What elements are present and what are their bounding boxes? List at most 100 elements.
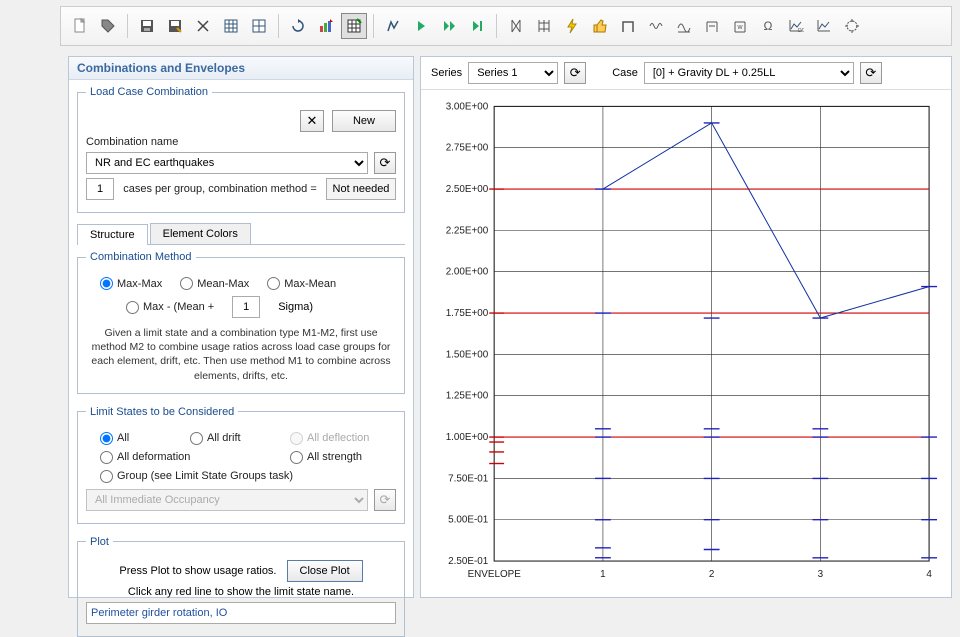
limit-state-name-input[interactable] bbox=[86, 602, 396, 624]
chart-svg[interactable]: 2.50E-01 5.00E-01 7.50E-01 1.00E+00 1.25E+00… bbox=[425, 94, 939, 593]
svg-text:2: 2 bbox=[709, 569, 715, 580]
svg-text:Ω: Ω bbox=[764, 19, 773, 33]
sigma-suffix: Sigma) bbox=[278, 301, 313, 313]
load-case-fieldset: Load Case Combination ✕ New Combination … bbox=[77, 86, 405, 213]
svg-text:DC: DC bbox=[798, 28, 804, 34]
new-button[interactable]: New bbox=[332, 110, 396, 132]
tb-wave-icon[interactable] bbox=[643, 13, 669, 39]
series-label: Series bbox=[431, 67, 462, 79]
combo-method-fieldset: Combination Method Max-Max Mean-Max Max-… bbox=[77, 251, 405, 394]
tb-cut-icon[interactable] bbox=[190, 13, 216, 39]
svg-text:5.00E-01: 5.00E-01 bbox=[448, 515, 489, 526]
combo-name-label: Combination name bbox=[86, 136, 178, 148]
combo-method-legend: Combination Method bbox=[86, 251, 196, 263]
tb-gridgo-icon[interactable] bbox=[341, 13, 367, 39]
tb-table-icon[interactable] bbox=[218, 13, 244, 39]
svg-text:ENVELOPE: ENVELOPE bbox=[468, 569, 522, 580]
tb-omega-icon[interactable]: Ω bbox=[755, 13, 781, 39]
plot-legend: Plot bbox=[86, 536, 113, 548]
svg-text:1.50E+00: 1.50E+00 bbox=[446, 349, 489, 360]
svg-text:2.50E-01: 2.50E-01 bbox=[448, 556, 489, 567]
tb-refresh-icon[interactable] bbox=[285, 13, 311, 39]
tb-bolt-icon[interactable] bbox=[559, 13, 585, 39]
combo-name-select[interactable]: NR and EC earthquakes bbox=[86, 152, 368, 174]
method-readonly bbox=[326, 178, 396, 200]
panel-title: Combinations and Envelopes bbox=[69, 57, 413, 80]
tb-wave2-icon[interactable] bbox=[671, 13, 697, 39]
tab-structure[interactable]: Structure bbox=[77, 224, 148, 245]
separator bbox=[127, 14, 128, 38]
tb-new-doc-icon[interactable] bbox=[67, 13, 93, 39]
svg-text:2.50E+00: 2.50E+00 bbox=[446, 184, 489, 195]
tb-tag-icon[interactable] bbox=[95, 13, 121, 39]
load-case-legend: Load Case Combination bbox=[86, 86, 212, 98]
combo-refresh-button[interactable]: ⟳ bbox=[374, 152, 396, 174]
tb-chartdc-icon[interactable]: DC bbox=[783, 13, 809, 39]
radio-maxmax[interactable]: Max-Max bbox=[100, 277, 162, 290]
separator bbox=[496, 14, 497, 38]
tb-playnext-icon[interactable] bbox=[436, 13, 462, 39]
plot-fieldset: Plot Press Plot to show usage ratios. Cl… bbox=[77, 536, 405, 637]
cases-count-input[interactable] bbox=[86, 178, 114, 200]
svg-text:4: 4 bbox=[926, 569, 932, 580]
svg-text:1.00E+00: 1.00E+00 bbox=[446, 432, 489, 443]
tb-target-icon[interactable] bbox=[839, 13, 865, 39]
tb-step-icon[interactable] bbox=[464, 13, 490, 39]
radio-maxmean[interactable]: Max-Mean bbox=[267, 277, 336, 290]
case-select[interactable]: [0] + Gravity DL + 0.25LL bbox=[644, 62, 854, 84]
tb-bargo-icon[interactable] bbox=[313, 13, 339, 39]
left-panel: Combinations and Envelopes Load Case Com… bbox=[68, 56, 414, 598]
tb-table2-icon[interactable] bbox=[246, 13, 272, 39]
case-refresh-button[interactable]: ⟳ bbox=[860, 62, 882, 84]
plot-click-text: Click any red line to show the limit sta… bbox=[128, 586, 354, 598]
plot-press-text: Press Plot to show usage ratios. bbox=[119, 565, 276, 577]
svg-text:w: w bbox=[736, 24, 743, 31]
svg-text:2.00E+00: 2.00E+00 bbox=[446, 267, 489, 278]
radio-drift[interactable]: All drift bbox=[190, 432, 290, 445]
svg-text:1: 1 bbox=[600, 569, 606, 580]
svg-text:2.75E+00: 2.75E+00 bbox=[446, 143, 489, 154]
group-select: All Immediate Occupancy bbox=[86, 489, 368, 511]
tb-thumbs-icon[interactable] bbox=[587, 13, 613, 39]
svg-text:1.75E+00: 1.75E+00 bbox=[446, 308, 489, 319]
tb-frame-icon[interactable] bbox=[615, 13, 641, 39]
tab-element-colors[interactable]: Element Colors bbox=[150, 223, 251, 244]
close-plot-button[interactable]: Close Plot bbox=[287, 560, 363, 582]
case-label: Case bbox=[612, 67, 638, 79]
clear-button[interactable]: ✕ bbox=[300, 110, 324, 132]
separator bbox=[278, 14, 279, 38]
radio-meanmax[interactable]: Mean-Max bbox=[180, 277, 249, 290]
limit-states-legend: Limit States to be Considered bbox=[86, 406, 238, 418]
radio-all[interactable]: All bbox=[100, 432, 190, 445]
series-select[interactable]: Series 1 bbox=[468, 62, 558, 84]
tabs: Structure Element Colors bbox=[77, 223, 405, 245]
radio-maxsigma[interactable]: Max - (Mean + bbox=[126, 301, 214, 314]
separator bbox=[373, 14, 374, 38]
radio-deform[interactable]: All deformation bbox=[100, 451, 290, 464]
sigma-input[interactable] bbox=[232, 296, 260, 318]
tb-play-icon[interactable] bbox=[408, 13, 434, 39]
combo-method-help: Given a limit state and a combination ty… bbox=[90, 326, 392, 383]
tb-run-icon[interactable] bbox=[380, 13, 406, 39]
tb-beam-icon[interactable] bbox=[699, 13, 725, 39]
radio-group[interactable]: Group (see Limit State Groups task) bbox=[100, 470, 293, 483]
tb-braces2-icon[interactable] bbox=[531, 13, 557, 39]
main-toolbar: w Ω DC bbox=[60, 6, 952, 46]
right-header: Series Series 1 ⟳ Case [0] + Gravity DL … bbox=[421, 57, 951, 90]
chart-area: 2.50E-01 5.00E-01 7.50E-01 1.00E+00 1.25E+00… bbox=[421, 90, 951, 613]
tb-save-icon[interactable] bbox=[134, 13, 160, 39]
svg-text:2.25E+00: 2.25E+00 bbox=[446, 225, 489, 236]
svg-text:3: 3 bbox=[818, 569, 824, 580]
limit-states-fieldset: Limit States to be Considered All All dr… bbox=[77, 406, 405, 524]
tb-chart-icon[interactable] bbox=[811, 13, 837, 39]
svg-text:1.25E+00: 1.25E+00 bbox=[446, 391, 489, 402]
cases-label: cases per group, combination method = bbox=[120, 183, 320, 195]
series-refresh-button[interactable]: ⟳ bbox=[564, 62, 586, 84]
tb-braces1-icon[interactable] bbox=[503, 13, 529, 39]
tb-beamw-icon[interactable]: w bbox=[727, 13, 753, 39]
group-refresh-button: ⟳ bbox=[374, 489, 396, 511]
svg-text:3.00E+00: 3.00E+00 bbox=[446, 101, 489, 112]
svg-text:7.50E-01: 7.50E-01 bbox=[448, 473, 489, 484]
radio-strength[interactable]: All strength bbox=[290, 451, 362, 464]
tb-saveas-icon[interactable] bbox=[162, 13, 188, 39]
